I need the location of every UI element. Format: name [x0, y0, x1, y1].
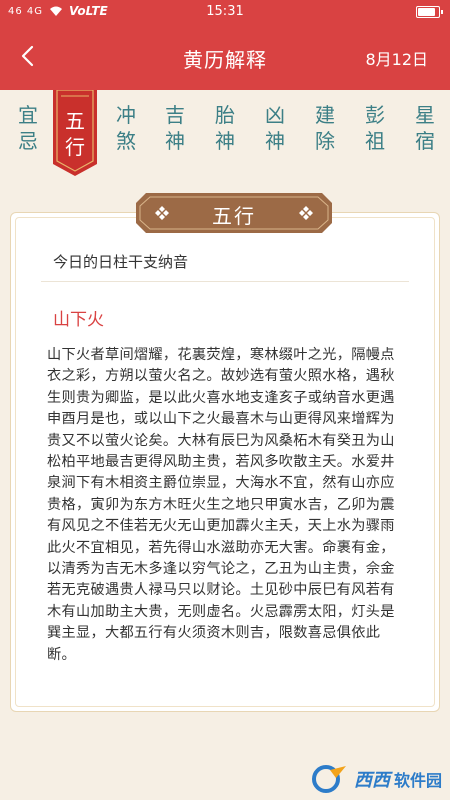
card-subtitle: 今日的日柱干支纳音: [53, 253, 189, 271]
tab-char: 祖: [365, 129, 385, 153]
tab-xingsu[interactable]: 星 宿: [405, 102, 445, 154]
tab-xiongshen[interactable]: 凶 神: [255, 102, 295, 154]
watermark-site: 软件园: [393, 771, 442, 790]
tab-char: 彭: [365, 103, 385, 127]
category-tabs: 宜 忌 五 行 冲 煞 吉 神 胎 神 凶 神 建 除 彭 祖 星 宿: [0, 90, 450, 180]
tab-char: 胎: [215, 103, 235, 127]
tab-chongsha[interactable]: 冲 煞: [106, 102, 146, 154]
battery-icon: [416, 6, 443, 18]
nayin-name: 山下火: [53, 310, 104, 330]
tab-char: 神: [265, 129, 285, 153]
status-time: 15:31: [206, 4, 244, 19]
divider: [41, 281, 409, 282]
nayin-description: 山下火者草间熠耀，花裏荧煌，寒林缀叶之光，隔幔点衣之彩，方朔以萤火名之。故妙选有…: [47, 347, 395, 663]
watermark-logo-icon: [311, 765, 346, 793]
tab-char: 吉: [165, 103, 185, 127]
tab-yiji[interactable]: 宜 忌: [8, 102, 48, 154]
tab-pengzu[interactable]: 彭 祖: [355, 102, 395, 154]
tab-char: 凶: [265, 103, 285, 127]
app-header: 黄历解释 8月12日: [0, 24, 450, 90]
tab-char: 煞: [116, 129, 136, 153]
watermark: 西西 软件园: [310, 764, 442, 794]
wuxing-card: 五行 今日的日柱干支纳音 山下火 山下火者草间熠耀，花裏荧煌，寒林缀叶之光，隔幔…: [10, 193, 440, 712]
tab-wuxing[interactable]: 五 行: [49, 90, 101, 176]
battery-fill: [418, 8, 435, 16]
tab-char: 神: [215, 129, 235, 153]
tab-char: 除: [315, 129, 335, 153]
tab-char: 行: [65, 135, 85, 159]
tab-taishen[interactable]: 胎 神: [205, 102, 245, 154]
tab-char: 五: [65, 109, 85, 133]
tab-char: 宜: [18, 103, 38, 127]
tab-char: 星: [415, 103, 435, 127]
tab-char: 忌: [18, 129, 38, 153]
diamond-ornament-icon: [299, 206, 313, 220]
tab-jishen[interactable]: 吉 神: [155, 102, 195, 154]
header-date[interactable]: 8月12日: [365, 46, 428, 70]
tab-char: 冲: [116, 103, 136, 127]
watermark-brand: 西西: [353, 770, 390, 791]
status-bar: 46 4G VoLTE 15:31: [0, 0, 450, 24]
tab-char: 建: [315, 103, 335, 127]
section-title-plate: 五行: [136, 193, 332, 233]
tab-jianchu[interactable]: 建 除: [305, 102, 345, 154]
tab-char: 宿: [415, 129, 435, 153]
tab-char: 神: [165, 129, 185, 153]
